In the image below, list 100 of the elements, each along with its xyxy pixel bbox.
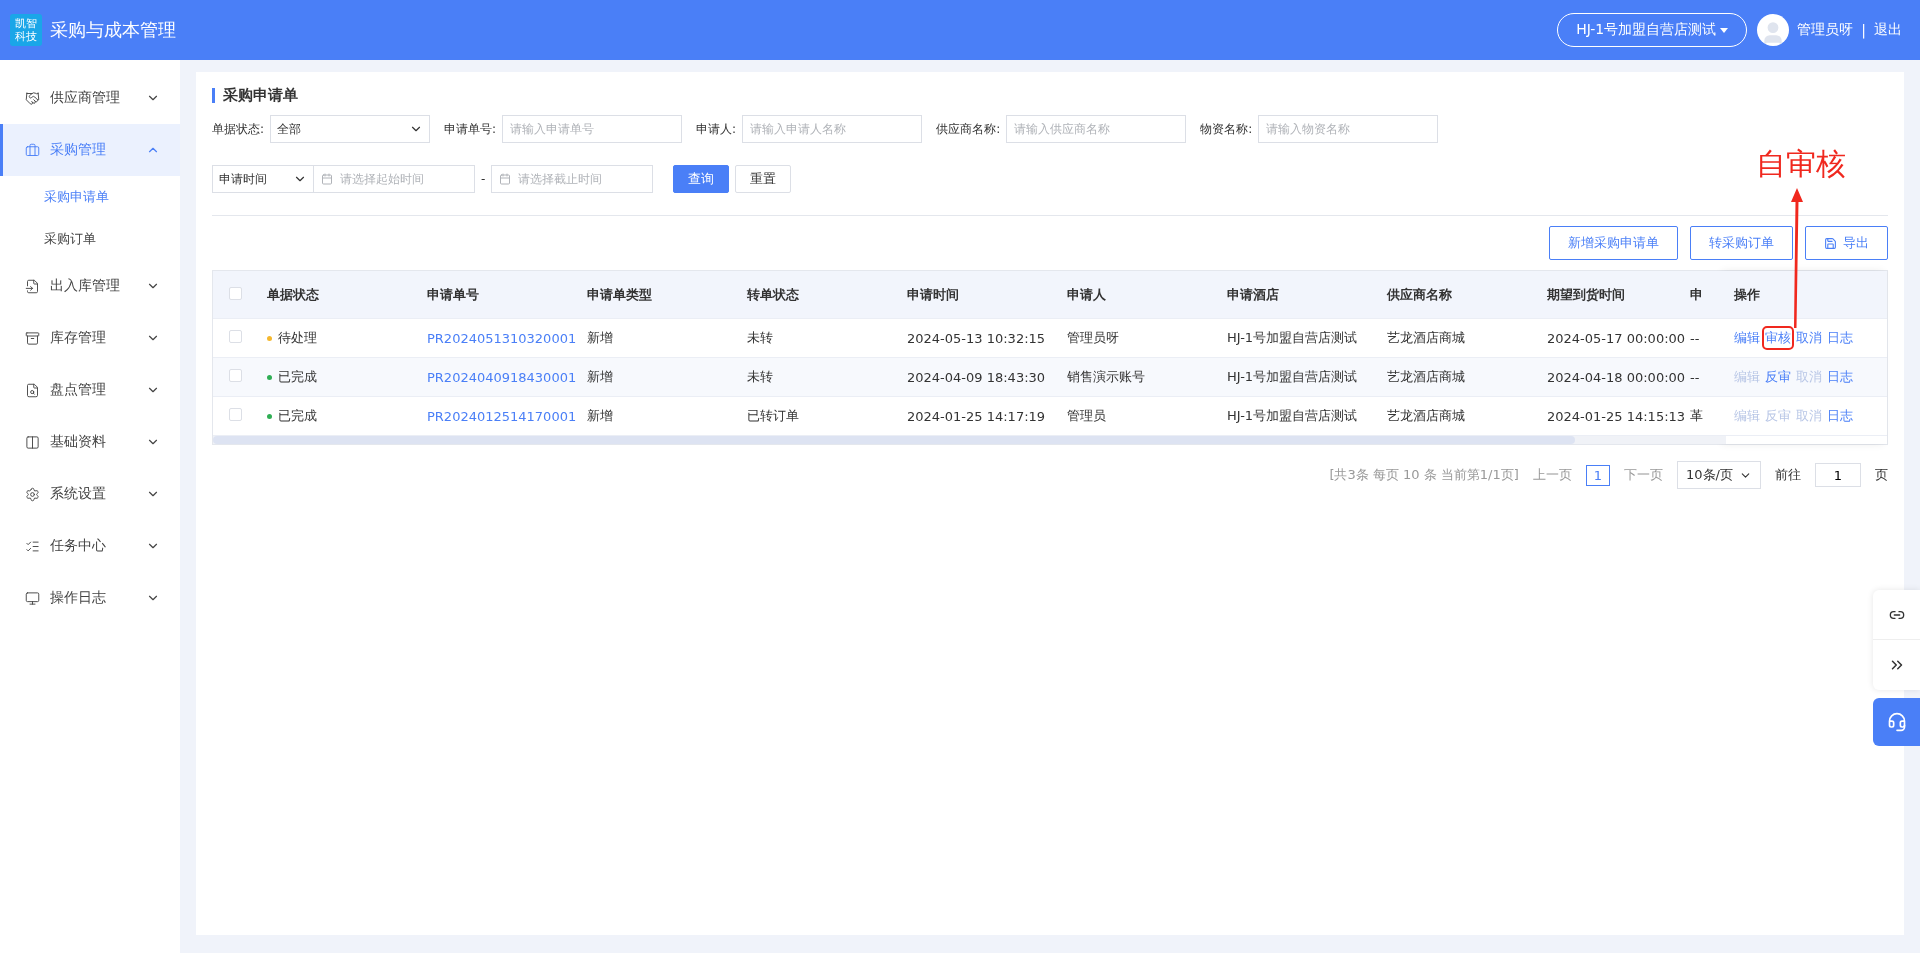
sidebar-item[interactable]: 任务中心 [0,520,180,572]
table-cell: 2024-04-18 00:00:00 [1547,369,1686,385]
start-date-field[interactable]: 请选择起始时间 [313,165,475,193]
table-cell: -- [1690,330,1700,346]
calendar-icon [499,173,512,185]
goto-label: 前往 [1775,466,1801,484]
page-title: 采购申请单 [212,88,1888,103]
table-cell: 新增 [587,408,613,423]
table-cell: HJ-1号加盟自营店测试 [1227,330,1358,345]
briefcase-icon [25,142,40,158]
table-cell: 未转 [747,369,773,384]
page-suffix: 页 [1875,466,1888,484]
file-arrow-icon [25,278,40,294]
end-date-field[interactable]: 请选择截止时间 [491,165,654,193]
filter-label: 申请单号: [444,120,497,138]
table-cell: 2024-05-17 00:00:00 [1547,330,1686,346]
sidebar-item[interactable]: 出入库管理 [0,260,180,312]
page-number[interactable]: 1 [1585,464,1611,486]
row-action-link[interactable]: 取消 [1796,329,1822,347]
action-button[interactable]: 新增采购申请单 [1549,226,1678,260]
goto-input[interactable]: 1 [1815,463,1861,487]
table-cell: 待处理 [278,330,317,345]
logout-link[interactable]: 退出 [1874,21,1902,39]
sidebar-item[interactable]: 采购管理 [0,124,180,176]
row-action-link[interactable]: 审核 [1765,329,1791,347]
row-checkbox[interactable] [229,408,242,421]
avatar[interactable] [1757,14,1790,46]
column-header: 申请单类型 [587,286,652,302]
column-header: 申请时间 [907,286,959,302]
sidebar-item[interactable]: 库存管理 [0,312,180,364]
table-cell: 艺龙酒店商城 [1387,369,1465,384]
select-all-checkbox[interactable] [229,286,242,300]
request-link[interactable]: PR2024040918430001 [427,369,577,385]
request-link[interactable]: PR2024012514170001 [427,408,577,424]
column-header: 申 [1690,286,1703,302]
export-button[interactable]: 导出 [1805,226,1888,260]
table-cell: 艺龙酒店商城 [1387,408,1465,423]
sidebar-item[interactable]: 操作日志 [0,572,180,624]
column-header: 转单状态 [747,286,799,302]
row-checkbox[interactable] [229,369,242,382]
app-title: 采购与成本管理 [50,18,176,42]
column-header: 供应商名称 [1387,286,1452,302]
reset-button[interactable]: 重置 [735,165,792,193]
monitor-icon [25,590,40,606]
save-icon [1824,236,1837,250]
column-header: 申请酒店 [1227,286,1279,302]
sidebar-item[interactable]: 基础资料 [0,416,180,468]
row-action-link[interactable]: 日志 [1827,368,1853,386]
sidebar-subitem[interactable]: 采购订单 [0,218,180,260]
row-action-link[interactable]: 日志 [1827,407,1853,425]
page-summary: [共3条 每页 10 条 当前第1/1页] [1329,466,1519,484]
request-link[interactable]: PR2024051310320001 [427,330,577,346]
calendar-icon [321,173,333,185]
settings-icon [25,486,40,502]
headset-icon[interactable] [1873,698,1920,746]
table-cell: 艺龙酒店商城 [1387,330,1465,345]
table-cell: 革 [1690,408,1703,423]
table-cell: 已完成 [278,369,317,384]
sidebar-item[interactable]: 盘点管理 [0,364,180,416]
horizontal-scrollbar[interactable] [213,436,1726,444]
row-action-link[interactable]: 日志 [1827,329,1853,347]
row-action-link[interactable]: 反审 [1765,368,1791,386]
sidebar-subitem[interactable]: 采购申请单 [0,176,180,218]
row-action-link[interactable]: 编辑 [1734,329,1760,347]
column-header: 申请单号 [427,286,479,302]
row-checkbox[interactable] [229,330,242,343]
table-cell: -- [1690,369,1700,385]
filter-label: 单据状态: [212,120,265,138]
table-cell: 已完成 [278,408,317,423]
table-cell: 新增 [587,369,613,384]
filter-input[interactable]: 请输入供应商名称 [1006,115,1187,143]
filter-input[interactable]: 请输入申请人名称 [742,115,923,143]
user-name: 管理员呀 [1797,21,1854,39]
sidebar-item[interactable]: 供应商管理 [0,72,180,124]
filter-input[interactable]: 请输入物资名称 [1258,115,1439,143]
checklist-icon [25,538,40,554]
column-header: 操作 [1734,286,1760,302]
handshake-icon [25,90,40,106]
annotation-text: 自审核 [1756,145,1846,183]
table-cell: 2024-01-25 14:17:19 [907,408,1046,424]
table-cell: 2024-01-25 14:15:13 [1547,408,1686,424]
table-cell: 已转订单 [747,408,799,423]
archive-icon [25,330,40,346]
separator: | [1861,22,1866,38]
status-select[interactable]: 全部 [270,115,431,143]
table-cell: 销售演示账号 [1067,369,1145,384]
table-cell: HJ-1号加盟自营店测试 [1227,369,1358,384]
page-size-select[interactable]: 10条/页 [1677,461,1761,489]
table-cell: 2024-04-09 18:43:30 [907,369,1046,385]
columns-icon [25,434,40,450]
logo: 凯智 科技 [10,14,42,46]
caret-icon [1720,27,1729,33]
column-header: 单据状态 [267,286,319,302]
file-search-icon [25,382,40,398]
filter-input[interactable]: 请输入申请单号 [502,115,683,143]
column-header: 申请人 [1067,286,1106,302]
action-button[interactable]: 转采购订单 [1690,226,1793,260]
search-button[interactable]: 查询 [673,165,730,193]
sidebar-item[interactable]: 系统设置 [0,468,180,520]
filter-label: 申请人: [696,120,737,138]
